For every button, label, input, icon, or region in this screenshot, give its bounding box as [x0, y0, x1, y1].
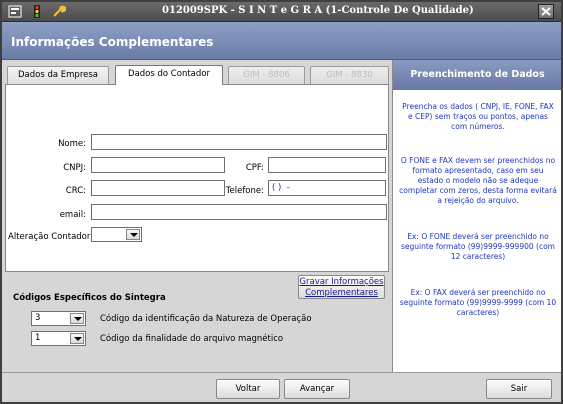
cnpj-field[interactable] [91, 157, 225, 173]
traffic-light-icon[interactable] [30, 5, 44, 18]
gravar-informacoes-button[interactable]: Gravar Informações Complementares [298, 275, 385, 299]
chevron-down-icon[interactable] [70, 333, 84, 344]
finalidade-arquivo-label: Código da finalidade do arquivo magnétic… [100, 334, 284, 344]
contador-form-panel [5, 84, 389, 272]
voltar-button[interactable]: Voltar [216, 379, 280, 399]
telefone-field[interactable] [268, 180, 386, 196]
help-note: O FONE e FAX devem ser preenchidos no fo… [399, 156, 557, 205]
tab-gim-8806[interactable]: GIM - 8806 [228, 66, 305, 85]
wrench-icon[interactable] [52, 5, 67, 18]
sair-button[interactable]: Sair [486, 379, 552, 399]
crc-field[interactable] [91, 180, 225, 196]
crc-label: CRC: [65, 186, 86, 196]
nome-field[interactable] [91, 134, 387, 150]
telefone-label: Telefone: [225, 186, 264, 196]
alteracao-contador-label: Alteração Contador: [8, 232, 94, 242]
cpf-label: CPF: [245, 163, 264, 173]
nome-label: Nome: [58, 139, 86, 149]
cpf-field[interactable] [268, 157, 386, 173]
natureza-operacao-select[interactable]: 3 [31, 311, 86, 326]
window-menu-icon[interactable] [8, 5, 22, 18]
help-panel: Preenchimento de Dados Preencha os dados… [392, 60, 561, 372]
avancar-button[interactable]: Avançar [284, 379, 350, 399]
footer-bar: Voltar Avançar Sair [2, 372, 561, 402]
cnpj-label: CNPJ: [63, 163, 86, 173]
application-window: 012009SPK - S I N T e G R A (1-Controle … [0, 0, 563, 404]
help-panel-title: Preenchimento de Dados [393, 60, 561, 90]
finalidade-arquivo-select[interactable]: 1 [31, 331, 86, 346]
tab-gim-8830[interactable]: GIM - 8830 [310, 66, 389, 85]
tab-dados-empresa[interactable]: Dados da Empresa [7, 66, 109, 85]
natureza-operacao-label: Código da identificação da Natureza de O… [100, 314, 312, 324]
chevron-down-icon[interactable] [126, 229, 140, 240]
section-title: Códigos Específicos do Sintegra [13, 293, 166, 303]
window-title: 012009SPK - S I N T e G R A (1-Controle … [162, 5, 474, 16]
page-header: Informações Complementares [2, 22, 561, 60]
help-note: Preencha os dados ( CNPJ, IE, FONE, FAX … [402, 102, 554, 131]
email-label: email: [59, 210, 86, 220]
alteracao-contador-select[interactable] [91, 227, 142, 242]
title-bar[interactable]: 012009SPK - S I N T e G R A (1-Controle … [2, 2, 561, 22]
help-note: Ex: O FONE deverá ser preenchido no segu… [401, 232, 555, 261]
tab-dados-contador[interactable]: Dados do Contador [115, 65, 223, 85]
help-note: Ex: O FAX deverá ser preenchido no segui… [399, 288, 557, 317]
chevron-down-icon[interactable] [70, 313, 84, 324]
email-field[interactable] [91, 204, 387, 220]
close-window-button[interactable] [538, 4, 554, 19]
page-title: Informações Complementares [11, 35, 214, 49]
